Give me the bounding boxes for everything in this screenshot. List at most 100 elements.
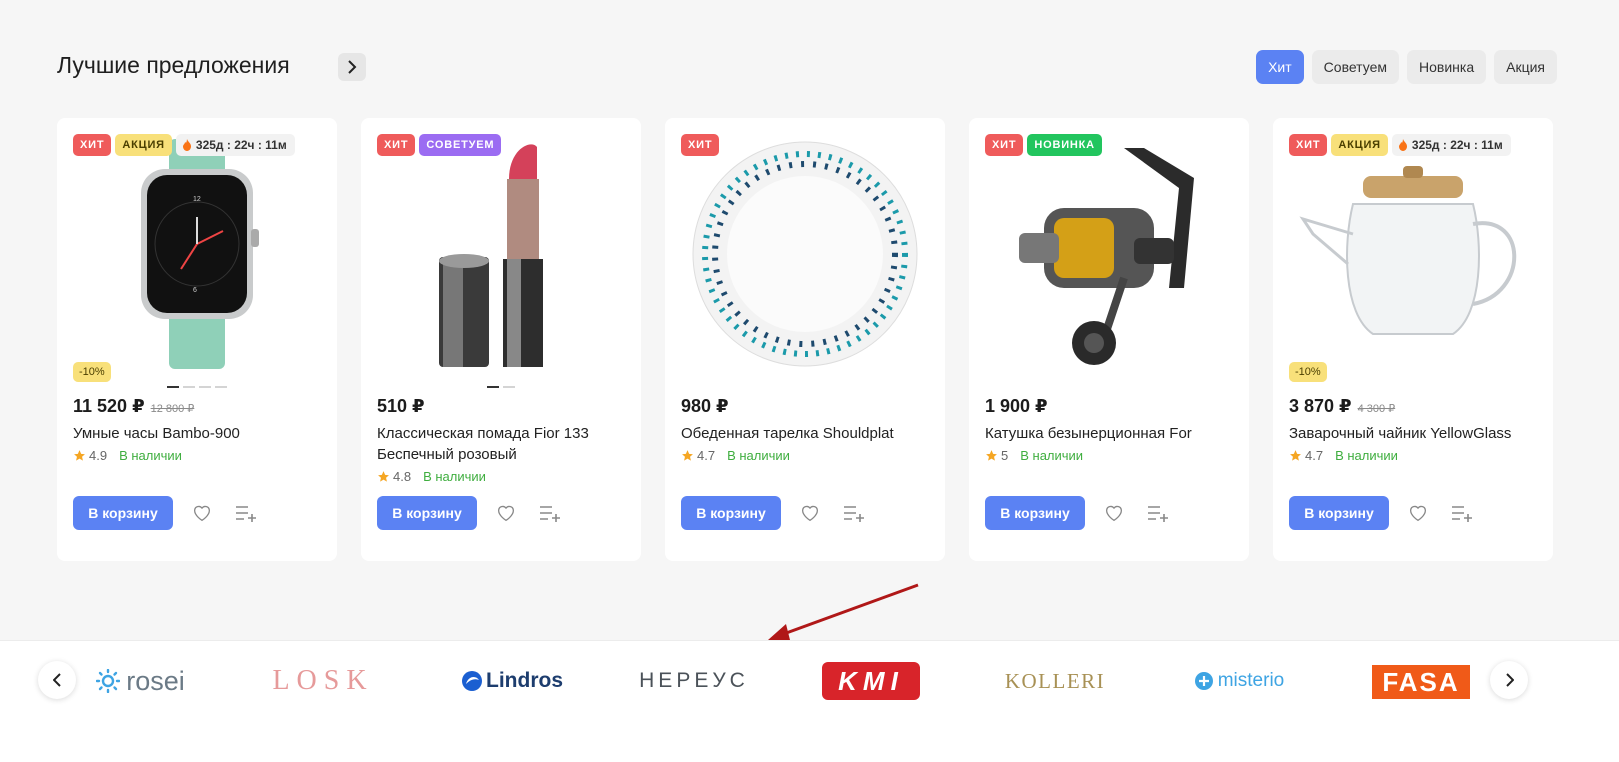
teapot-image[interactable] <box>1289 134 1537 374</box>
brand-logo-rosei[interactable]: rosei <box>88 659 193 703</box>
compare-icon[interactable] <box>535 498 565 528</box>
price: 3 870 ₽ 4 300 ₽ <box>1289 396 1395 417</box>
brands-prev-button[interactable] <box>38 661 76 699</box>
product-name[interactable]: Заварочный чайник YellowGlass <box>1289 423 1537 444</box>
current-price: 3 870 ₽ <box>1289 396 1352 416</box>
product-meta: 4.8 В наличии <box>377 469 486 484</box>
price: 11 520 ₽ 12 800 ₽ <box>73 396 194 417</box>
image-pager[interactable] <box>57 386 337 388</box>
plus-circle-icon <box>1194 672 1213 690</box>
fire-icon <box>1398 139 1407 151</box>
filter-tabs: Хит Советуем Новинка Акция <box>1256 50 1557 84</box>
product-name[interactable]: Катушка безынерционная For <box>985 423 1233 444</box>
brands-next-button[interactable] <box>1490 661 1528 699</box>
rating: 4.9 <box>73 448 107 463</box>
badge-sale: Акция <box>1331 134 1388 156</box>
current-price: 980 ₽ <box>681 396 729 416</box>
smartwatch-image[interactable]: 12 6 <box>73 134 321 374</box>
compare-icon[interactable] <box>839 498 869 528</box>
brand-logo-fasa[interactable]: FASA <box>1372 665 1470 699</box>
price: 980 ₽ <box>681 396 729 417</box>
product-card[interactable]: Хит Акция 325д : 22ч : 11м 12 <box>57 118 337 561</box>
add-to-cart-button[interactable]: В корзину <box>377 496 477 530</box>
add-to-cart-button[interactable]: В корзину <box>985 496 1085 530</box>
tab-sale[interactable]: Акция <box>1494 50 1557 84</box>
heart-icon[interactable] <box>1099 498 1129 528</box>
brand-logo-lindros[interactable]: Lindros <box>452 659 572 703</box>
discount-badge: -10% <box>1289 362 1327 382</box>
badge-hit: Хит <box>985 134 1024 156</box>
badge-new: Новинка <box>1027 134 1102 156</box>
product-name[interactable]: Умные часы Bambo-900 <box>73 423 321 444</box>
product-name[interactable]: Классическая помада Fior 133 Беспечный р… <box>377 423 625 465</box>
sun-icon <box>96 669 121 693</box>
rating: 4.7 <box>1289 448 1323 463</box>
tab-new[interactable]: Новинка <box>1407 50 1487 84</box>
product-name[interactable]: Обеденная тарелка Shouldplat <box>681 423 929 444</box>
star-icon <box>378 471 389 482</box>
add-to-cart-button[interactable]: В корзину <box>73 496 173 530</box>
badge-sale: Акция <box>115 134 172 156</box>
stock-status: В наличии <box>1020 448 1084 463</box>
compare-icon[interactable] <box>1447 498 1477 528</box>
star-icon <box>74 450 85 461</box>
old-price: 4 300 ₽ <box>1357 403 1396 415</box>
tab-hit[interactable]: Хит <box>1256 50 1304 84</box>
compare-icon[interactable] <box>1143 498 1173 528</box>
section-more-button[interactable] <box>338 53 366 81</box>
discount-badge: -10% <box>73 362 111 382</box>
rating: 5 <box>985 448 1008 463</box>
brand-logo-losk[interactable]: LOSK <box>268 659 378 703</box>
product-card[interactable]: Хит Акция 325д : 22ч : 11м -10% 3 870 <box>1273 118 1553 561</box>
price: 510 ₽ <box>377 396 425 417</box>
brand-logo-kmi[interactable]: KMI <box>822 662 920 700</box>
annotation-arrow-icon <box>768 583 919 640</box>
lipstick-image[interactable] <box>377 134 625 374</box>
badge-hit: Хит <box>1289 134 1328 156</box>
swirl-icon <box>462 671 482 691</box>
rating: 4.7 <box>681 448 715 463</box>
sale-timer: 325д : 22ч : 11м <box>1391 134 1511 156</box>
brand-logo-kolleri[interactable]: KOLLERI <box>1002 659 1108 703</box>
stock-status: В наличии <box>727 448 790 463</box>
product-meta: 4.9 В наличии <box>73 448 182 463</box>
stock-status: В наличии <box>1335 448 1398 463</box>
svg-text:12: 12 <box>193 196 201 203</box>
badge-hit: Хит <box>681 134 720 156</box>
fire-icon <box>182 139 191 151</box>
section-title: Лучшие предложения <box>57 52 290 78</box>
product-card[interactable]: Хит 980 ₽ Обеденная тарелка Shouldplat 4… <box>665 118 945 561</box>
heart-icon[interactable] <box>187 498 217 528</box>
heart-icon[interactable] <box>795 498 825 528</box>
heart-icon[interactable] <box>1403 498 1433 528</box>
star-icon <box>1290 450 1301 461</box>
timer-value: 325д : 22ч : 11м <box>195 138 287 152</box>
plate-image[interactable] <box>681 134 929 374</box>
chevron-right-icon <box>348 60 357 74</box>
product-card[interactable]: Хит Советуем 510 ₽ Класси <box>361 118 641 561</box>
add-to-cart-button[interactable]: В корзину <box>681 496 781 530</box>
product-meta: 5 В наличии <box>985 448 1083 463</box>
fishing-reel-image[interactable] <box>985 134 1233 374</box>
svg-text:6: 6 <box>193 287 197 294</box>
badge-hit: Хит <box>377 134 416 156</box>
stock-status: В наличии <box>423 469 486 484</box>
add-to-cart-button[interactable]: В корзину <box>1289 496 1389 530</box>
brand-logo-nereus[interactable]: НЕРЕУС <box>634 659 754 703</box>
compare-icon[interactable] <box>231 498 261 528</box>
tab-recommend[interactable]: Советуем <box>1311 50 1399 84</box>
product-meta: 4.7 В наличии <box>1289 448 1398 463</box>
image-pager[interactable] <box>361 386 641 388</box>
product-meta: 4.7 В наличии <box>681 448 790 463</box>
brand-logo-misterio[interactable]: misterio <box>1188 659 1290 703</box>
chevron-left-icon <box>52 673 61 687</box>
star-icon <box>986 450 997 461</box>
stock-status: В наличии <box>119 448 182 463</box>
price: 1 900 ₽ <box>985 396 1048 417</box>
product-list: Хит Акция 325д : 22ч : 11м 12 <box>57 118 1553 561</box>
chevron-right-icon <box>1505 673 1514 687</box>
product-card[interactable]: Хит Новинка 1 900 ₽ Катушка безынерци <box>969 118 1249 561</box>
timer-value: 325д : 22ч : 11м <box>1411 138 1503 152</box>
heart-icon[interactable] <box>491 498 521 528</box>
current-price: 510 ₽ <box>377 396 425 416</box>
